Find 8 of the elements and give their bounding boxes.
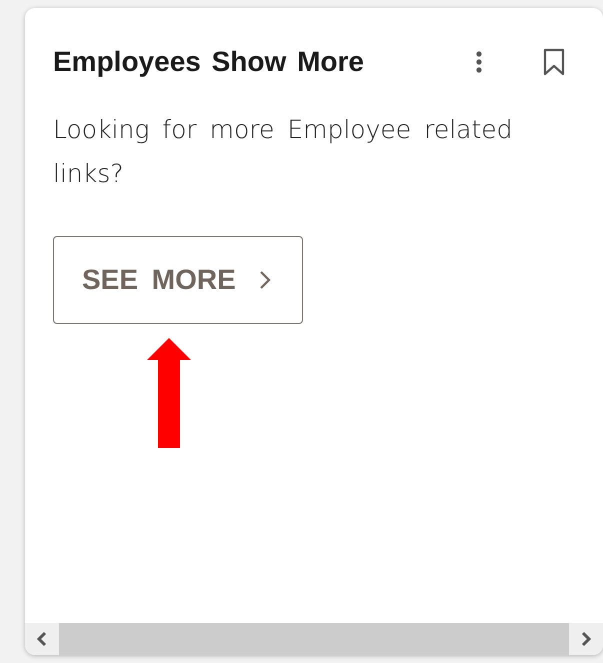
card-title: Employees Show More [53,46,364,78]
scroll-right-icon[interactable] [579,631,593,647]
see-more-button[interactable]: SEE MORE [53,236,303,324]
bookmark-icon[interactable] [543,48,565,76]
scroll-left-icon[interactable] [35,631,49,647]
more-options-icon[interactable] [475,50,483,74]
card-description: Looking for more Employee related links? [53,114,514,190]
chevron-right-icon [258,269,272,291]
